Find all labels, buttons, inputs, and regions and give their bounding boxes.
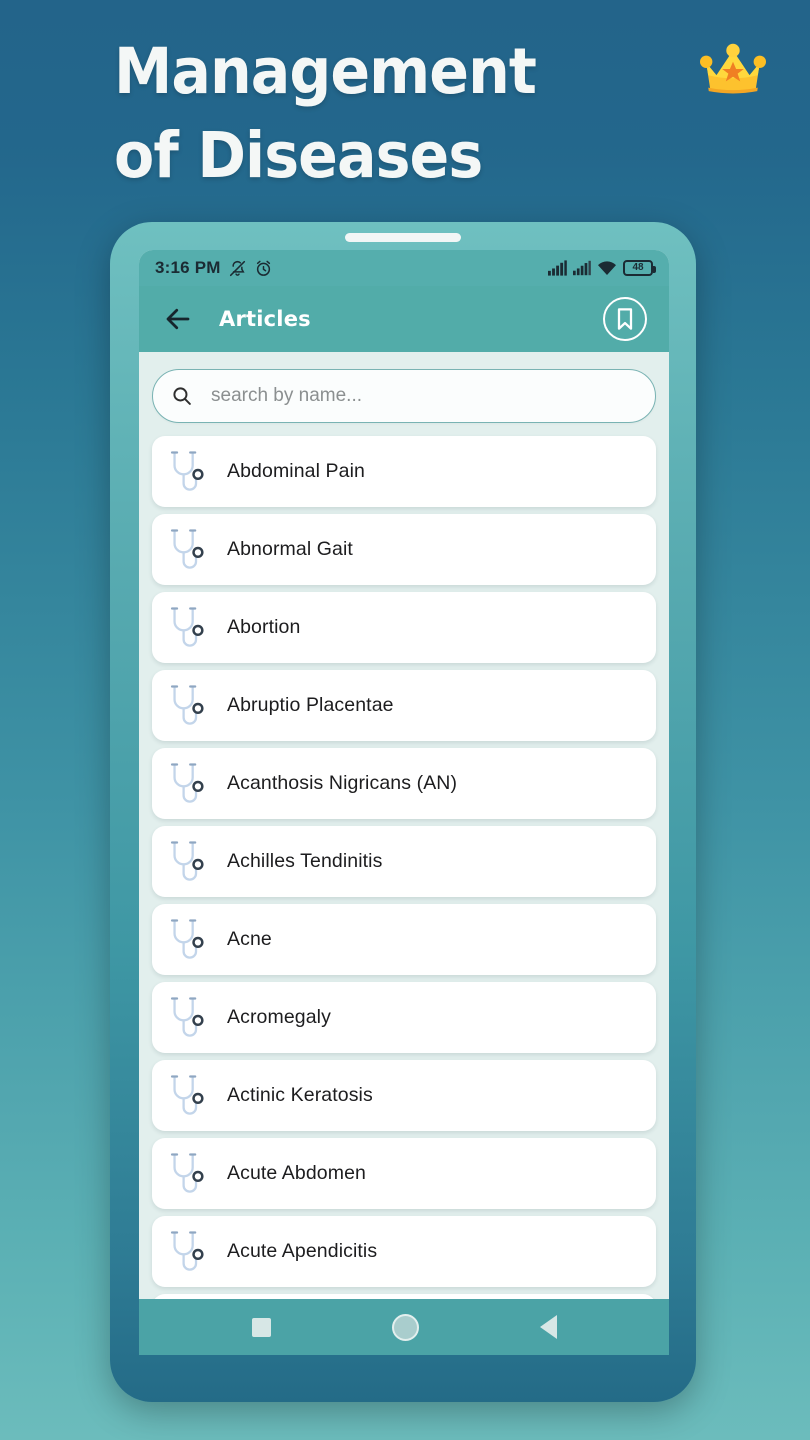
list-item-label: Acute Apendicitis [227, 1240, 378, 1262]
list-item-label: Abruptio Placentae [227, 694, 394, 716]
page-title: Management of Diseases [114, 35, 537, 192]
phone-screen: 3:16 PM 48 Articles search by name... Ab… [139, 250, 669, 1355]
app-bar: Articles [139, 286, 669, 352]
article-list: Abdominal Pain Abnormal Gait Abortion Ab… [149, 436, 659, 1299]
stethoscope-icon [170, 684, 204, 725]
list-item-label: Acromegaly [227, 1006, 331, 1028]
list-item-label: Abdominal Pain [227, 460, 365, 482]
stethoscope-icon [170, 1230, 204, 1271]
list-item-label: Actinic Keratosis [227, 1084, 373, 1106]
list-item-label: Achilles Tendinitis [227, 850, 383, 872]
search-icon [173, 387, 191, 405]
bookmark-button[interactable] [603, 297, 647, 341]
list-item[interactable]: Acute Cholecystitis [152, 1294, 656, 1299]
alarm-clock-icon [256, 260, 270, 276]
list-item[interactable]: Acromegaly [152, 982, 656, 1053]
status-bar-right: 48 [548, 260, 656, 276]
list-item[interactable]: Abdominal Pain [152, 436, 656, 507]
android-nav-bar [139, 1299, 669, 1355]
list-item-label: Acne [227, 928, 272, 950]
list-item-label: Acanthosis Nigricans (AN) [227, 772, 458, 794]
crown-icon [700, 42, 766, 96]
status-time: 3:16 PM [155, 258, 221, 277]
battery-icon: 48 [623, 260, 656, 276]
stethoscope-icon [170, 1152, 204, 1193]
stethoscope-icon [170, 840, 204, 881]
stethoscope-icon [170, 606, 204, 647]
back-arrow-icon[interactable] [163, 304, 193, 334]
signal-bars-icon [573, 260, 591, 276]
list-item-label: Acute Abdomen [227, 1162, 366, 1184]
phone-speaker [345, 233, 461, 242]
app-bar-title: Articles [219, 307, 311, 331]
stethoscope-icon [170, 996, 204, 1037]
phone-mockup: 3:16 PM 48 Articles search by name... Ab… [110, 222, 696, 1402]
list-item[interactable]: Acute Abdomen [152, 1138, 656, 1209]
wifi-icon [598, 261, 616, 275]
search-input[interactable] [211, 385, 637, 407]
status-bar-left: 3:16 PM [155, 258, 273, 278]
list-item-label: Abnormal Gait [227, 538, 353, 560]
promo-banner: Management of Diseases [0, 0, 810, 215]
list-item-label: Abortion [227, 616, 301, 638]
list-item[interactable]: Acne [152, 904, 656, 975]
article-list-panel: Abdominal Pain Abnormal Gait [139, 352, 669, 1299]
list-item[interactable]: Actinic Keratosis [152, 1060, 656, 1131]
bell-muted-icon [229, 260, 245, 276]
stethoscope-icon [170, 1074, 204, 1115]
stethoscope-icon [170, 918, 204, 959]
triangle-back-icon[interactable] [539, 1315, 557, 1339]
bookmark-icon [617, 308, 633, 330]
stethoscope-icon [170, 450, 204, 491]
stethoscope-icon [170, 762, 204, 803]
list-item[interactable]: Abruptio Placentae [152, 670, 656, 741]
search-bar[interactable] [152, 369, 656, 423]
list-item[interactable]: Abnormal Gait [152, 514, 656, 585]
circle-home-icon[interactable] [391, 1313, 419, 1341]
list-item[interactable]: Achilles Tendinitis [152, 826, 656, 897]
square-recents-icon[interactable] [251, 1317, 271, 1337]
signal-bars-icon [548, 260, 567, 276]
battery-level: 48 [632, 262, 644, 273]
stethoscope-icon [170, 528, 204, 569]
list-item[interactable]: Acute Apendicitis [152, 1216, 656, 1287]
list-item[interactable]: Abortion [152, 592, 656, 663]
list-item[interactable]: Acanthosis Nigricans (AN) [152, 748, 656, 819]
status-bar: 3:16 PM 48 [139, 250, 669, 286]
